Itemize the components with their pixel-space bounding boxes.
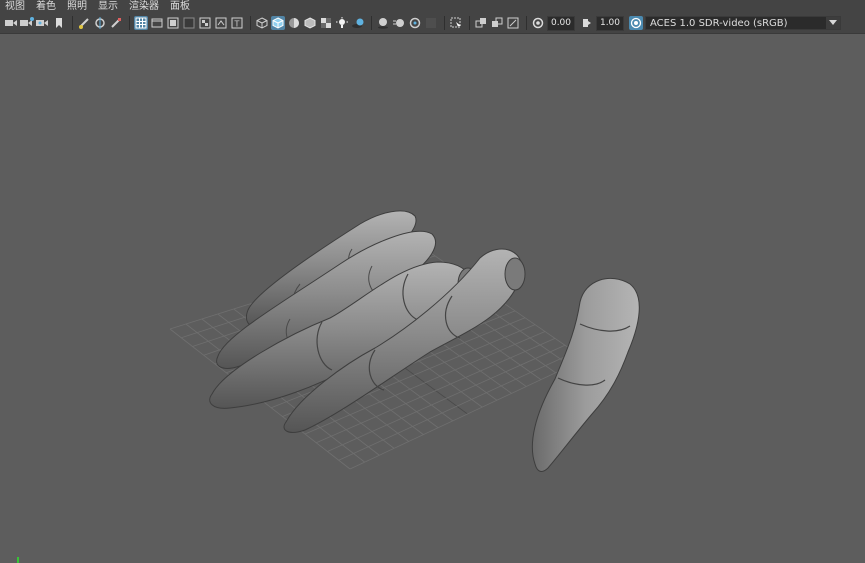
toolbar-separator (250, 16, 251, 30)
toolbar-separator (444, 16, 445, 30)
panel-toolbar: T 0.00 1.00 ACES 1.0 SDR-video (sRGB) (0, 13, 865, 34)
shadows-icon[interactable] (351, 16, 365, 30)
xray-active-icon[interactable] (474, 16, 488, 30)
bookmark-icon[interactable] (36, 16, 50, 30)
textured-icon[interactable] (319, 16, 333, 30)
color-space-dropdown[interactable]: ACES 1.0 SDR-video (sRGB) (645, 16, 841, 30)
default-material-icon[interactable] (287, 16, 301, 30)
chevron-down-icon[interactable] (826, 17, 840, 29)
safe-title-icon[interactable] (214, 16, 228, 30)
film-gate-icon[interactable] (109, 16, 123, 30)
2d-pan-zoom-icon[interactable] (93, 16, 107, 30)
color-space-label: ACES 1.0 SDR-video (sRGB) (650, 18, 788, 29)
gamma-field[interactable]: 1.00 (596, 15, 624, 31)
menu-shading[interactable]: 着色 (31, 0, 62, 13)
backface-culling-icon[interactable] (490, 16, 504, 30)
motion-blur-icon[interactable] (392, 16, 406, 30)
menu-view[interactable]: 视图 (0, 0, 31, 13)
exposure-icon[interactable] (531, 16, 545, 30)
wireframe-text-icon[interactable]: T (230, 16, 244, 30)
3d-viewport[interactable] (0, 34, 865, 563)
gamma-icon[interactable] (580, 16, 594, 30)
isolate-select-icon[interactable] (424, 16, 438, 30)
camera-select-icon[interactable] (4, 16, 18, 30)
xray-joints-icon[interactable] (449, 16, 463, 30)
exposure-field[interactable]: 0.00 (547, 15, 575, 31)
resolution-gate-icon[interactable] (150, 16, 164, 30)
camera-attributes-icon[interactable] (20, 16, 34, 30)
field-chart-icon[interactable] (182, 16, 196, 30)
svg-text:T: T (234, 20, 240, 29)
lights-icon[interactable] (335, 16, 349, 30)
anti-aliasing-icon[interactable] (408, 16, 422, 30)
safe-action-icon[interactable] (198, 16, 212, 30)
panel-menu-bar: 视图 着色 照明 显示 渲染器 面板 (0, 0, 865, 13)
grid-icon[interactable] (134, 16, 148, 30)
image-plane-icon[interactable] (52, 16, 66, 30)
camera-gate-icon[interactable] (506, 16, 520, 30)
mesh-finger-thumb[interactable] (531, 277, 640, 472)
toolbar-separator (469, 16, 470, 30)
viewport-scene (17, 210, 640, 563)
maya-viewport-panel: 视图 着色 照明 显示 渲染器 面板 T 0.00 1.00 ACES 1.0 … (0, 0, 865, 563)
wireframe-icon[interactable] (255, 16, 269, 30)
gate-mask-icon[interactable] (166, 16, 180, 30)
smooth-shade-icon[interactable] (271, 16, 285, 30)
menu-lighting[interactable]: 照明 (62, 0, 93, 13)
xray-icon[interactable] (303, 16, 317, 30)
screen-space-ao-icon[interactable] (376, 16, 390, 30)
toolbar-separator (72, 16, 73, 30)
color-space-icon[interactable] (629, 16, 643, 30)
menu-panels[interactable]: 面板 (165, 0, 196, 13)
toolbar-separator (526, 16, 527, 30)
menu-renderer[interactable]: 渲染器 (124, 0, 165, 13)
menu-show[interactable]: 显示 (93, 0, 124, 13)
toolbar-separator (129, 16, 130, 30)
grease-pencil-icon[interactable] (77, 16, 91, 30)
toolbar-separator (371, 16, 372, 30)
